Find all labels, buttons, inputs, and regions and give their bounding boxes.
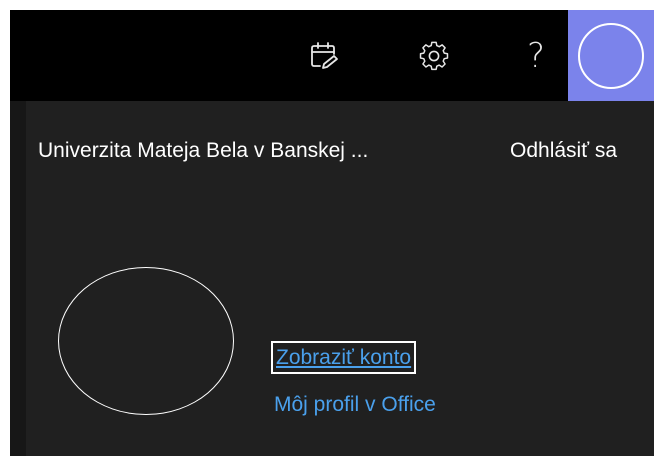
profile-photo[interactable] (58, 267, 234, 415)
help-button[interactable]: ? (506, 10, 566, 101)
gear-icon (419, 41, 449, 70)
help-icon: ? (526, 35, 546, 76)
panel-left-edge (10, 101, 26, 456)
account-panel: Univerzita Mateja Bela v Banskej ... Odh… (10, 101, 654, 456)
settings-button[interactable] (404, 10, 464, 101)
my-tasks-button[interactable] (294, 10, 354, 101)
organization-name: Univerzita Mateja Bela v Banskej ... (38, 139, 369, 162)
top-bar: ? (10, 10, 654, 101)
account-manager-button[interactable] (568, 10, 654, 101)
avatar (578, 22, 644, 89)
view-account-link[interactable]: Zobraziť konto (271, 341, 417, 374)
screen: ? Univerzita Mateja Bela v Banskej ... O… (0, 0, 654, 456)
office-profile-link[interactable]: Môj profil v Office (274, 393, 436, 417)
sign-out-link[interactable]: Odhlásiť sa (510, 139, 617, 163)
tasks-icon (311, 41, 338, 69)
